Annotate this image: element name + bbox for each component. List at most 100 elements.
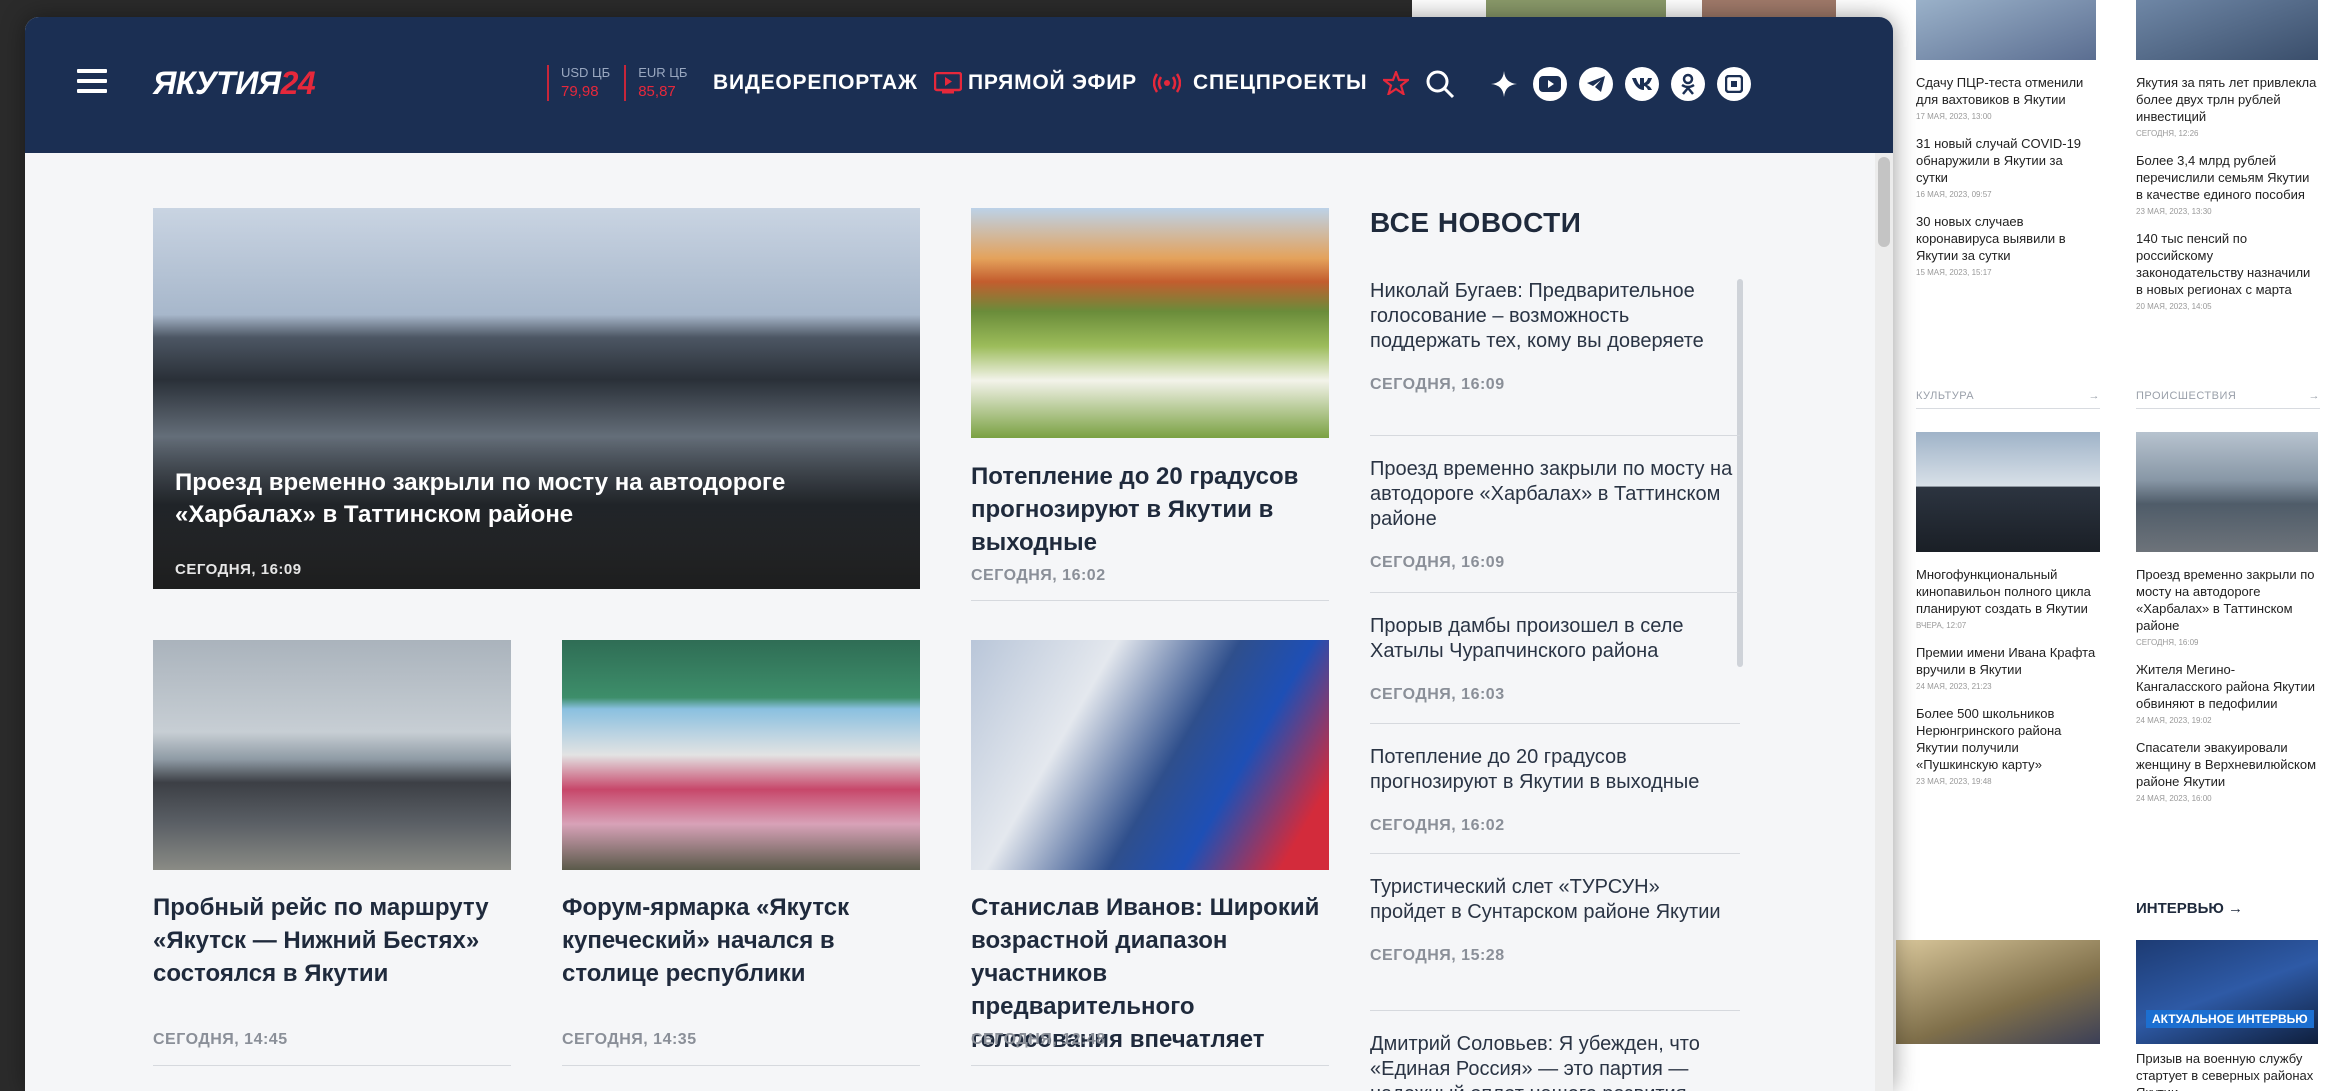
- card-divider: [971, 600, 1329, 601]
- item-title: Якутия за пять лет привлекла более двух …: [2136, 75, 2317, 124]
- news-item-date: СЕГОДНЯ, 15:28: [1370, 947, 1505, 964]
- nav-live[interactable]: ПРЯМОЙ ЭФИР: [968, 71, 1181, 95]
- logo-accent: 24: [280, 65, 316, 101]
- list-item[interactable]: Спасатели эвакуировали женщину в Верхнев…: [2136, 739, 2318, 803]
- scrollbar[interactable]: [1875, 153, 1893, 1091]
- arrow-right-icon: →: [2308, 390, 2320, 402]
- interview-title[interactable]: Призыв на военную службу стартует в севе…: [2136, 1050, 2318, 1091]
- list-item[interactable]: Более 3,4 млрд рублей перечислили семьям…: [2136, 152, 2318, 216]
- item-title: Многофункциональный кинопавильон полного…: [1916, 567, 2091, 616]
- news-item-date: СЕГОДНЯ, 16:02: [1370, 817, 1505, 834]
- culture-photo[interactable]: [1916, 432, 2100, 552]
- hero-photo[interactable]: [153, 208, 920, 589]
- background-thumbnail: [1702, 0, 1836, 18]
- news-item-date: СЕГОДНЯ, 16:03: [1370, 686, 1505, 703]
- rutube-icon[interactable]: [1717, 67, 1751, 101]
- rate-usd: USD ЦБ 79,98: [547, 65, 624, 101]
- zen-icon[interactable]: [1487, 67, 1521, 101]
- hero-title[interactable]: Проезд временно закрыли по мосту на авто…: [175, 467, 915, 531]
- vk-icon[interactable]: [1625, 67, 1659, 101]
- news-item-title: Проезд временно закрыли по мосту на авто…: [1370, 458, 1733, 530]
- item-date: 17 мая, 2023, 13:00: [1916, 112, 1992, 121]
- item-date: Вчера, 12:07: [1916, 621, 1967, 630]
- background-news-column: Якутия за пять лет привлекла более двух …: [2136, 0, 2318, 311]
- rate-value: 85,87: [638, 83, 676, 100]
- item-title: Спасатели эвакуировали женщину в Верхнев…: [2136, 740, 2317, 789]
- news-card-date: СЕГОДНЯ, 16:02: [971, 567, 1106, 584]
- menu-icon[interactable]: [77, 69, 107, 93]
- news-card-date: СЕГОДНЯ, 14:45: [153, 1031, 288, 1048]
- item-title: Жителя Мегино-Кангаласского района Якути…: [2136, 662, 2316, 711]
- news-card-title[interactable]: Форум-ярмарка «Якутск купеческий» началс…: [562, 891, 920, 990]
- item-date: 24 мая, 2023, 19:02: [2136, 716, 2212, 725]
- search-icon[interactable]: [1425, 69, 1455, 99]
- item-date: 15 мая, 2023, 15:17: [1916, 268, 1992, 277]
- interview-photo[interactable]: АКТУАЛЬНОЕ ИНТЕРВЬЮ: [2136, 940, 2318, 1044]
- ok-icon[interactable]: [1671, 67, 1705, 101]
- site-logo[interactable]: ЯКУТИЯ24: [153, 65, 316, 102]
- item-title: Более 500 школьников Нерюнгринского райо…: [1916, 706, 2062, 772]
- news-item-title: Николай Бугаев: Предварительное голосова…: [1370, 280, 1704, 352]
- incident-photo[interactable]: [2136, 432, 2318, 552]
- interview-heading[interactable]: ИНТЕРВЬЮ →: [2136, 900, 2243, 917]
- item-date: 24 мая, 2023, 16:00: [2136, 794, 2212, 803]
- item-date: Сегодня, 16:09: [2136, 638, 2199, 647]
- list-item[interactable]: Многофункциональный кинопавильон полного…: [1916, 566, 2100, 630]
- list-item[interactable]: Сдачу ПЦР-теста отменили для вахтовиков …: [1916, 74, 2096, 121]
- list-item[interactable]: Более 500 школьников Нерюнгринского райо…: [1916, 705, 2100, 786]
- rubric-culture[interactable]: КУЛЬТУРА →: [1916, 390, 2100, 409]
- list-item[interactable]: Проезд временно закрыли по мосту на авто…: [2136, 566, 2318, 647]
- broadcast-icon: [1152, 73, 1181, 93]
- nav-label: СПЕЦПРОЕКТЫ: [1193, 71, 1368, 94]
- news-list-item[interactable]: Прорыв дамбы произошел в селе Хатылы Чур…: [1370, 593, 1740, 724]
- news-list-item[interactable]: Дмитрий Соловьев: Я убежден, что «Единая…: [1370, 1011, 1740, 1091]
- interview-photo[interactable]: [1896, 940, 2100, 1044]
- item-title: 30 новых случаев коронавируса выявили в …: [1916, 214, 2066, 263]
- list-item[interactable]: Премии имени Ивана Крафта вручили в Якут…: [1916, 644, 2100, 691]
- list-item[interactable]: Жителя Мегино-Кангаласского района Якути…: [2136, 661, 2318, 725]
- nav-video[interactable]: ВИДЕОРЕПОРТАЖ: [713, 71, 962, 95]
- nav-special[interactable]: СПЕЦПРОЕКТЫ: [1193, 71, 1410, 95]
- rate-label: USD ЦБ: [561, 65, 611, 80]
- news-card-photo[interactable]: [971, 640, 1329, 870]
- news-card-title[interactable]: Потепление до 20 градусов прогнозируют в…: [971, 460, 1329, 559]
- news-card-photo[interactable]: [562, 640, 920, 870]
- news-card-date: СЕГОДНЯ, 12:48: [971, 1031, 1106, 1048]
- item-title: Более 3,4 млрд рублей перечислили семьям…: [2136, 153, 2310, 202]
- telegram-icon[interactable]: [1579, 67, 1613, 101]
- news-item-title: Туристический слет «ТУРСУН» пройдет в Су…: [1370, 876, 1721, 923]
- list-item[interactable]: Якутия за пять лет привлекла более двух …: [2136, 74, 2318, 138]
- site-header: ЯКУТИЯ24 USD ЦБ 79,98 EUR ЦБ 85,87 ВИДЕО…: [25, 17, 1893, 153]
- star-icon: [1383, 71, 1410, 95]
- interview-badge: АКТУАЛЬНОЕ ИНТЕРВЬЮ: [2146, 1010, 2314, 1028]
- list-item[interactable]: 30 новых случаев коронавируса выявили в …: [1916, 213, 2096, 277]
- nav-label: ПРЯМОЙ ЭФИР: [968, 71, 1137, 94]
- item-date: 23 мая, 2023, 19:48: [1916, 777, 1992, 786]
- news-item-title: Потепление до 20 градусов прогнозируют в…: [1370, 746, 1700, 793]
- item-date: 16 мая, 2023, 09:57: [1916, 190, 1992, 199]
- youtube-icon[interactable]: [1533, 67, 1567, 101]
- news-card-photo[interactable]: [971, 208, 1329, 438]
- news-card-date: СЕГОДНЯ, 14:35: [562, 1031, 697, 1048]
- item-date: Сегодня, 12:26: [2136, 129, 2199, 138]
- list-item[interactable]: 140 тыс пенсий по российскому законодате…: [2136, 230, 2318, 311]
- rubric-incidents[interactable]: ПРОИСШЕСТВИЯ →: [2136, 390, 2320, 409]
- news-list-item[interactable]: Николай Бугаев: Предварительное голосова…: [1370, 279, 1740, 436]
- item-title: Проезд временно закрыли по мосту на авто…: [2136, 567, 2315, 633]
- news-thumbnail: [1916, 0, 2096, 60]
- all-news-heading[interactable]: ВСЕ НОВОСТИ: [1370, 207, 1581, 239]
- rate-label: EUR ЦБ: [638, 65, 688, 80]
- item-date: 23 мая, 2023, 13:30: [2136, 207, 2212, 216]
- nav-label: ВИДЕОРЕПОРТАЖ: [713, 71, 918, 94]
- news-list-item[interactable]: Потепление до 20 градусов прогнозируют в…: [1370, 724, 1740, 854]
- news-list-item[interactable]: Проезд временно закрыли по мосту на авто…: [1370, 436, 1740, 593]
- news-card-photo[interactable]: [153, 640, 511, 870]
- rubric-label: КУЛЬТУРА: [1916, 390, 1975, 402]
- list-item[interactable]: 31 новый случай COVID-19 обнаружили в Як…: [1916, 135, 2096, 199]
- rate-value: 79,98: [561, 83, 599, 100]
- news-list-item[interactable]: Туристический слет «ТУРСУН» пройдет в Су…: [1370, 854, 1740, 1011]
- news-card-title[interactable]: Пробный рейс по маршруту «Якутск — Нижни…: [153, 891, 511, 990]
- arrow-right-icon: →: [2088, 390, 2100, 402]
- scrollbar-thumb[interactable]: [1878, 157, 1890, 247]
- item-date: 20 мая, 2023, 14:05: [2136, 302, 2212, 311]
